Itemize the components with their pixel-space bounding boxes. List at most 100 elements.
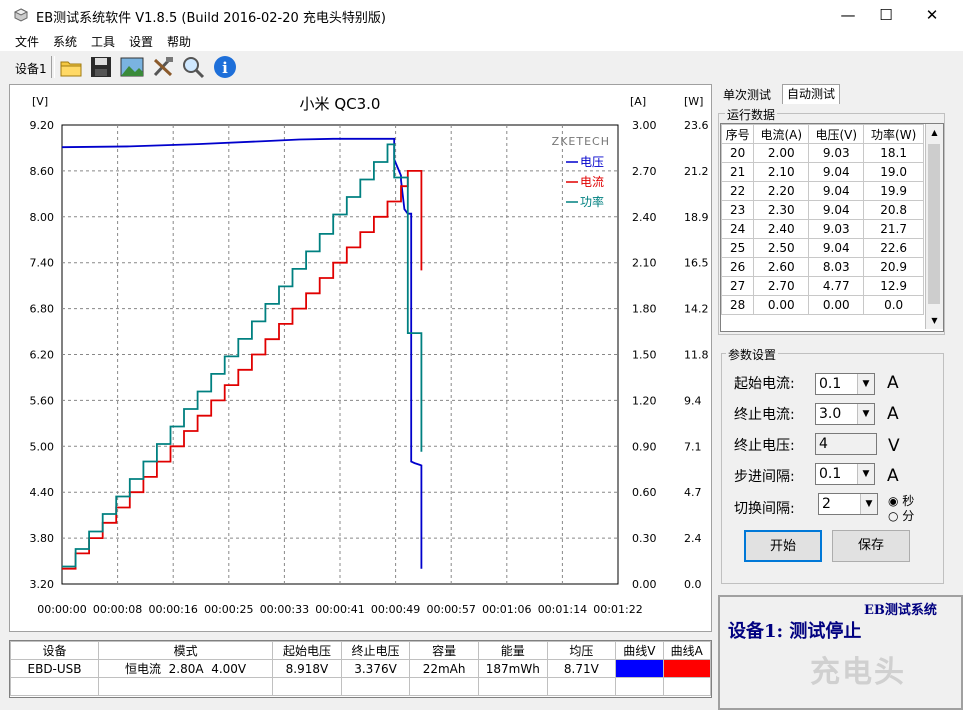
table-cell: 12.9: [863, 276, 924, 296]
end-voltage-label: 终止电压:: [734, 438, 795, 454]
menu-settings[interactable]: 设置: [129, 33, 153, 50]
table-cell: 2.70: [753, 276, 810, 296]
table-row[interactable]: 24 2.40 9.03 21.7: [720, 219, 924, 239]
chevron-down-icon[interactable]: ▼: [857, 464, 874, 484]
window-title: EB测试系统软件 V1.8.5 (Build 2016-02-20 充电头特别版…: [36, 11, 386, 26]
end-voltage-unit: V: [888, 436, 900, 456]
table-row[interactable]: 22 2.20 9.04 19.9: [720, 181, 924, 201]
y-axis-current-tick: 1.80: [632, 303, 657, 316]
end-current-value: 3.0: [819, 406, 842, 422]
chart-watermark: ZKETECH: [552, 135, 610, 148]
menu-system[interactable]: 系统: [53, 33, 77, 50]
switch-interval-select[interactable]: 2 ▼: [818, 493, 878, 515]
y-axis-current-tick: 0.90: [632, 440, 657, 453]
chevron-down-icon[interactable]: ▼: [857, 374, 874, 394]
y-axis-left-tick: 7.40: [30, 257, 55, 270]
radio-minutes[interactable]: ○ 分: [888, 507, 914, 524]
table-row[interactable]: 27 2.70 4.77 12.9: [720, 276, 924, 296]
chevron-down-icon[interactable]: ▼: [860, 494, 877, 514]
column-header: 电流(A): [753, 124, 810, 144]
table-cell: 20.8: [863, 200, 924, 220]
y-axis-current-tick: 2.70: [632, 165, 657, 178]
end-current-label: 终止电流:: [734, 407, 795, 423]
scroll-down-arrow-icon[interactable]: ▼: [926, 312, 943, 329]
x-axis-tick: 00:00:25: [204, 603, 253, 616]
y-axis-left-tick: 3.80: [30, 532, 55, 545]
info-icon[interactable]: i: [213, 55, 237, 79]
tools-icon[interactable]: [151, 55, 175, 79]
legend-label-2: 功率: [580, 194, 604, 209]
title-bar: EB测试系统软件 V1.8.5 (Build 2016-02-20 充电头特别版…: [0, 0, 963, 31]
vertical-scrollbar[interactable]: ▲ ▼: [925, 124, 943, 329]
menu-file[interactable]: 文件: [15, 33, 39, 50]
table-row[interactable]: 25 2.50 9.04 22.6: [720, 238, 924, 258]
table-row[interactable]: 23 2.30 9.04 20.8: [720, 200, 924, 220]
table-cell: 18.1: [863, 143, 924, 163]
start-button[interactable]: 开始: [744, 530, 822, 562]
image-icon[interactable]: [120, 55, 144, 79]
start-current-value: 0.1: [819, 376, 842, 392]
start-current-select[interactable]: 0.1 ▼: [815, 373, 875, 395]
table-cell: 8.71V: [546, 659, 617, 678]
x-axis-tick: 00:01:22: [593, 603, 642, 616]
column-header: 电压(V): [808, 124, 865, 144]
end-voltage-field[interactable]: 4: [815, 433, 877, 455]
switch-interval-label: 切换间隔:: [734, 501, 795, 517]
table-cell: 恒电流 2.80A 4.00V: [98, 659, 274, 678]
table-cell: 2.20: [753, 181, 810, 201]
open-folder-icon[interactable]: [59, 55, 83, 79]
table-cell: 22: [720, 181, 755, 201]
table-row[interactable]: 26 2.60 8.03 20.9: [720, 257, 924, 277]
toolbar: 设备1 i: [0, 51, 963, 83]
legend-label-0: 电压: [580, 155, 604, 169]
table-row[interactable]: 28 0.00 0.00 0.0: [720, 295, 924, 315]
table-cell: 22mAh: [409, 659, 479, 678]
x-axis-tick: 00:00:08: [93, 603, 142, 616]
table-cell: [409, 677, 479, 696]
end-voltage-value: 4: [819, 436, 828, 452]
curve-v-swatch[interactable]: [615, 659, 664, 678]
y-axis-current-tick: 1.50: [632, 349, 657, 362]
legend-label-1: 电流: [580, 175, 604, 189]
header-cell: 起始电压: [272, 641, 342, 660]
table-cell: [546, 677, 617, 696]
header-cell: 曲线V: [615, 641, 664, 660]
table-row[interactable]: 20 2.00 9.03 18.1: [720, 143, 924, 163]
scroll-thumb[interactable]: [928, 144, 940, 304]
table-cell: 24: [720, 219, 755, 239]
radio-seconds-label: 秒: [902, 494, 915, 508]
chevron-down-icon[interactable]: ▼: [857, 404, 874, 424]
tab-auto-test[interactable]: 自动测试: [782, 84, 841, 104]
menu-tools[interactable]: 工具: [91, 33, 115, 50]
table-row[interactable]: 21 2.10 9.04 19.0: [720, 162, 924, 182]
device-selector[interactable]: 设备1: [15, 60, 47, 77]
table-cell: 19.0: [863, 162, 924, 182]
save-disk-icon[interactable]: [89, 55, 113, 79]
end-current-unit: A: [887, 404, 899, 424]
table-cell: 9.04: [808, 181, 865, 201]
magnifier-icon[interactable]: [181, 55, 205, 79]
y-axis-left-tick: 5.60: [30, 394, 55, 407]
table-cell: [9, 677, 100, 696]
menu-bar: 文件 系统 工具 设置 帮助: [0, 31, 963, 51]
menu-help[interactable]: 帮助: [167, 33, 191, 50]
header-cell: 设备: [9, 641, 100, 660]
table-cell: 9.03: [808, 143, 865, 163]
scroll-up-arrow-icon[interactable]: ▲: [926, 124, 943, 141]
end-current-select[interactable]: 3.0 ▼: [815, 403, 875, 425]
step-unit: A: [887, 466, 899, 486]
tab-single-test[interactable]: 单次测试: [723, 86, 771, 103]
y-axis-left-tick: 9.20: [30, 119, 55, 132]
y-axis-power-tick: 2.4: [684, 532, 702, 545]
step-select[interactable]: 0.1 ▼: [815, 463, 875, 485]
y-axis-power-tick: 21.2: [684, 165, 709, 178]
close-button[interactable]: ✕: [909, 0, 955, 31]
y-axis-left-tick: 5.00: [30, 440, 55, 453]
chart-title: 小米 QC3.0: [300, 95, 381, 113]
table-cell: [662, 677, 712, 696]
maximize-button[interactable]: ☐: [863, 0, 909, 31]
curve-a-swatch[interactable]: [662, 659, 712, 678]
table-cell: 27: [720, 276, 755, 296]
y-axis-power-tick: 0.0: [684, 578, 702, 591]
save-button[interactable]: 保存: [832, 530, 910, 562]
